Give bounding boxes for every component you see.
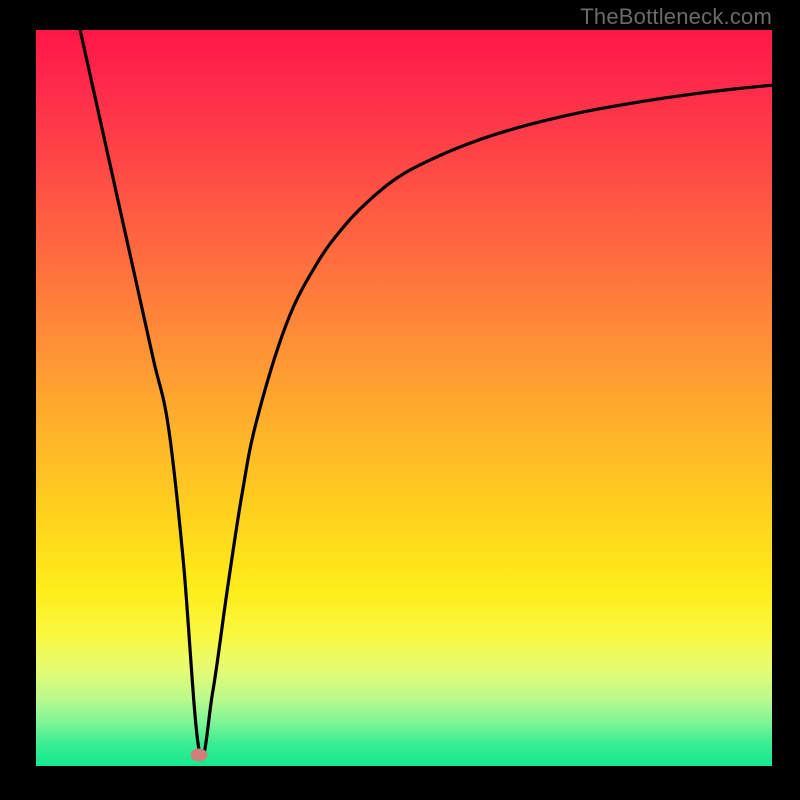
plot-area xyxy=(36,30,772,766)
bottleneck-curve xyxy=(80,30,772,757)
chart-frame: TheBottleneck.com xyxy=(0,0,800,800)
curve-svg xyxy=(36,30,772,766)
minimum-marker xyxy=(191,748,208,761)
watermark-text: TheBottleneck.com xyxy=(580,4,772,30)
